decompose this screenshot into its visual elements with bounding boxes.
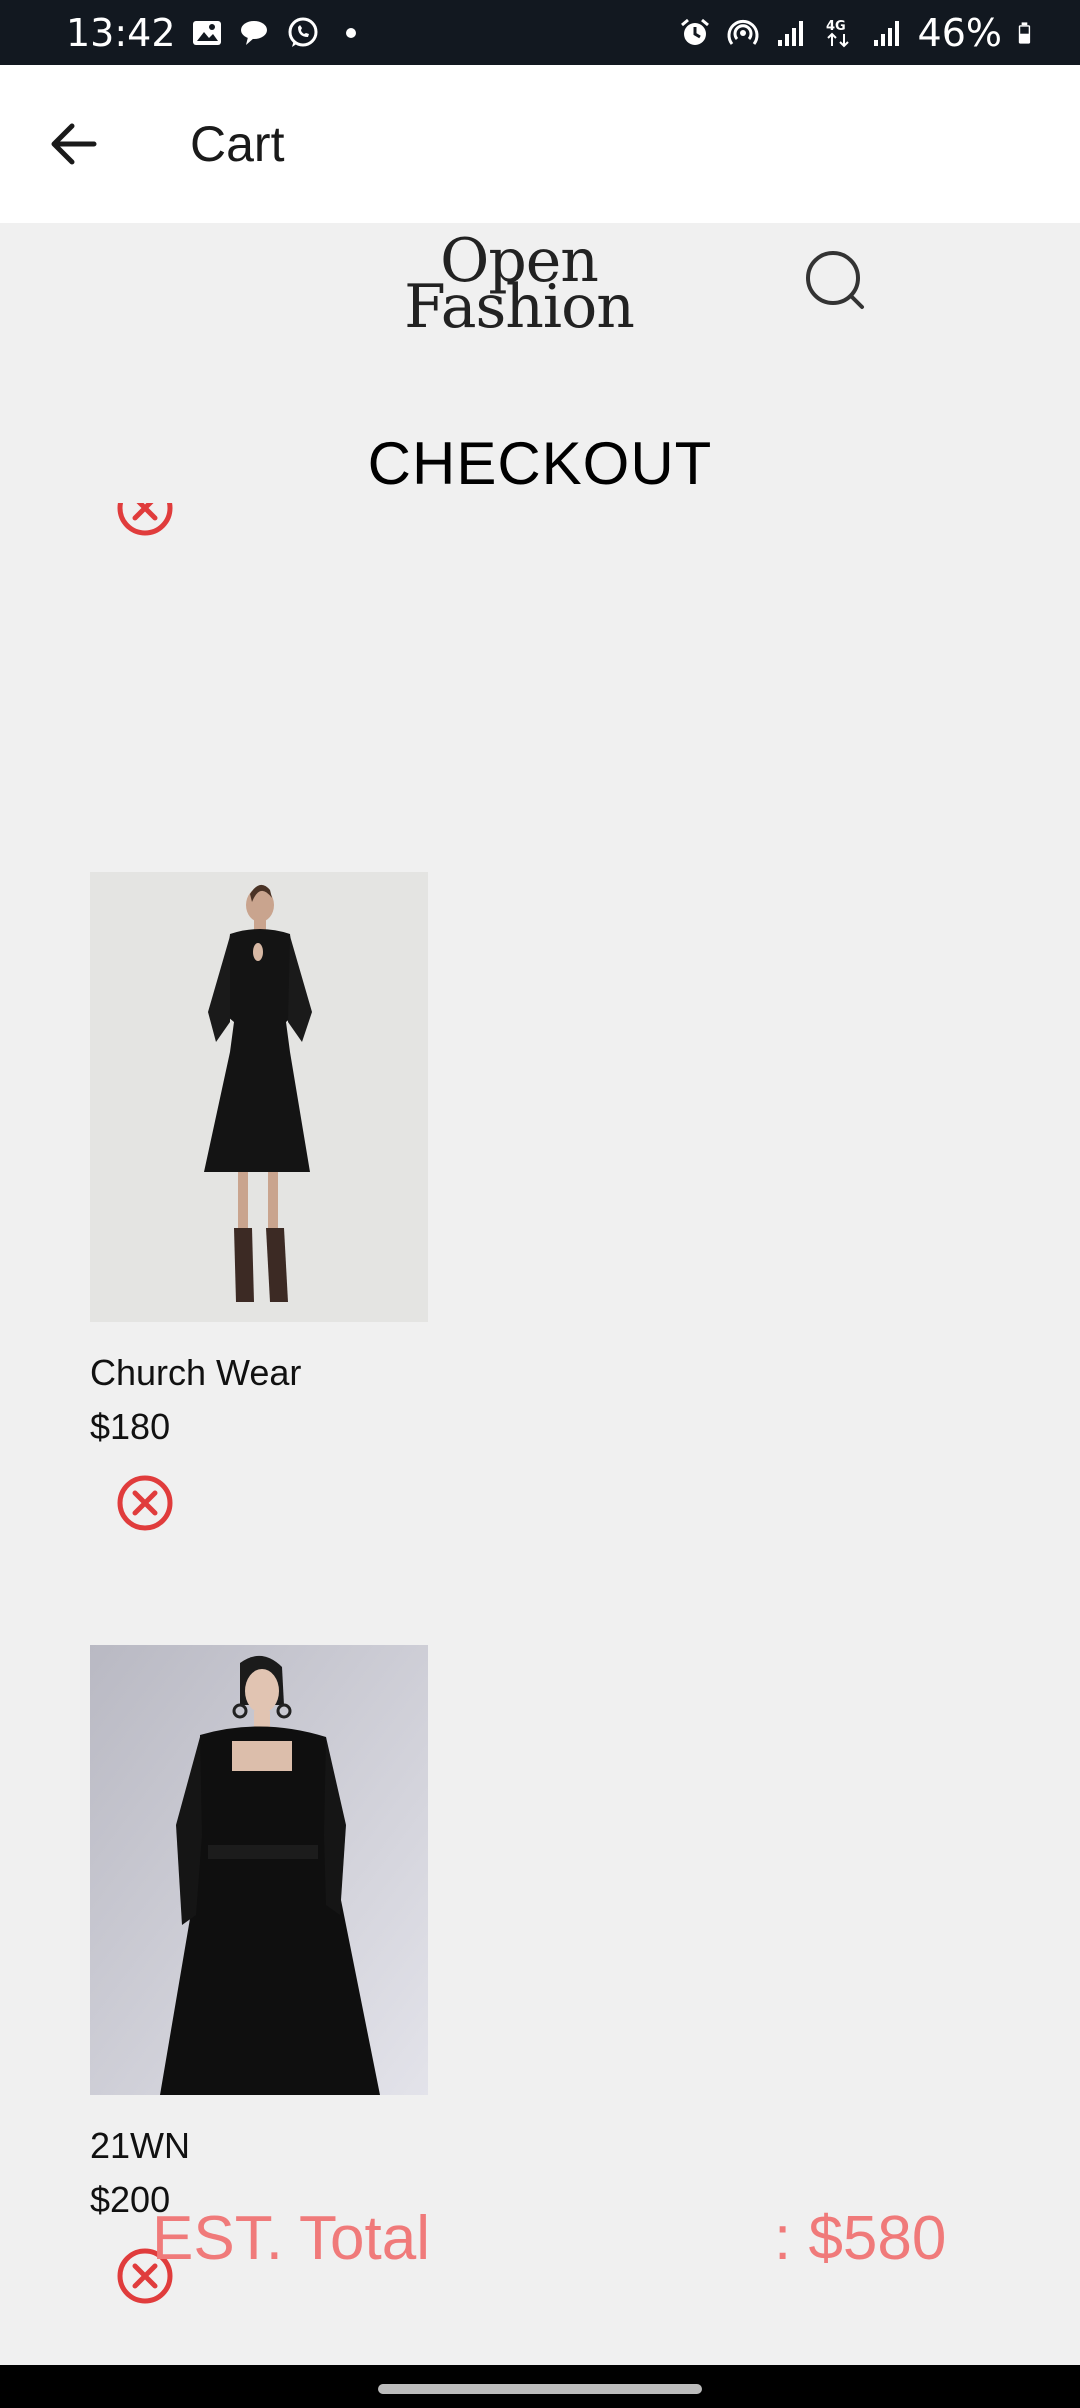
app-bar: Cart <box>0 65 1080 223</box>
chat-bubbles-icon <box>240 20 267 45</box>
checkout-heading: CHECKOUT <box>367 430 713 497</box>
whatsapp-icon <box>288 17 318 47</box>
status-bar: 13:42 4G 46% <box>0 0 1080 65</box>
brand-logo: Open Fashion <box>404 231 635 348</box>
back-button[interactable] <box>0 65 148 223</box>
status-right: 4G 46% <box>678 11 1040 55</box>
total-value: : $580 <box>774 2204 947 2273</box>
estimated-total: EST. Total : $580 <box>0 2203 1080 2303</box>
item-name: 21WN <box>90 2125 191 2166</box>
battery-percent: 46% <box>917 10 1002 55</box>
cart-list[interactable]: Church Wear $180 21WN $200 <box>0 503 1080 2365</box>
remove-item-button[interactable] <box>116 1474 174 1532</box>
status-left: 13:42 <box>66 11 368 55</box>
dress-photo-21wn <box>90 1645 428 2095</box>
4g-icon: 4G <box>826 19 849 47</box>
cart-item: Church Wear $180 <box>90 872 490 1532</box>
search-icon <box>806 251 864 309</box>
system-nav-bar <box>0 2365 1080 2408</box>
hotspot-icon <box>727 19 759 45</box>
product-image[interactable] <box>90 1645 428 2095</box>
signal-icon <box>777 20 803 46</box>
brand-logo-line2: Fashion <box>404 272 635 342</box>
battery-icon <box>1018 21 1031 44</box>
item-name: Church Wear <box>90 1352 302 1393</box>
alarm-icon <box>680 18 709 45</box>
status-time: 13:42 <box>66 10 176 55</box>
close-circle-icon[interactable] <box>116 503 174 537</box>
arrow-left-icon <box>51 123 97 165</box>
dot-icon <box>345 27 356 38</box>
home-gesture-handle[interactable] <box>378 2384 702 2394</box>
search-button[interactable] <box>800 245 872 317</box>
page-title: Cart <box>190 116 285 172</box>
checkout-content: Open Fashion CHECKOUT Church Wear $180 2… <box>0 223 1080 2365</box>
total-label: EST. Total <box>152 2204 431 2273</box>
signal-icon <box>873 20 899 46</box>
product-image[interactable] <box>90 872 428 1322</box>
svg-text:4G: 4G <box>826 19 846 34</box>
dress-photo-church-wear <box>90 872 428 1322</box>
gallery-icon <box>192 20 221 45</box>
item-price: $180 <box>90 1406 171 1447</box>
